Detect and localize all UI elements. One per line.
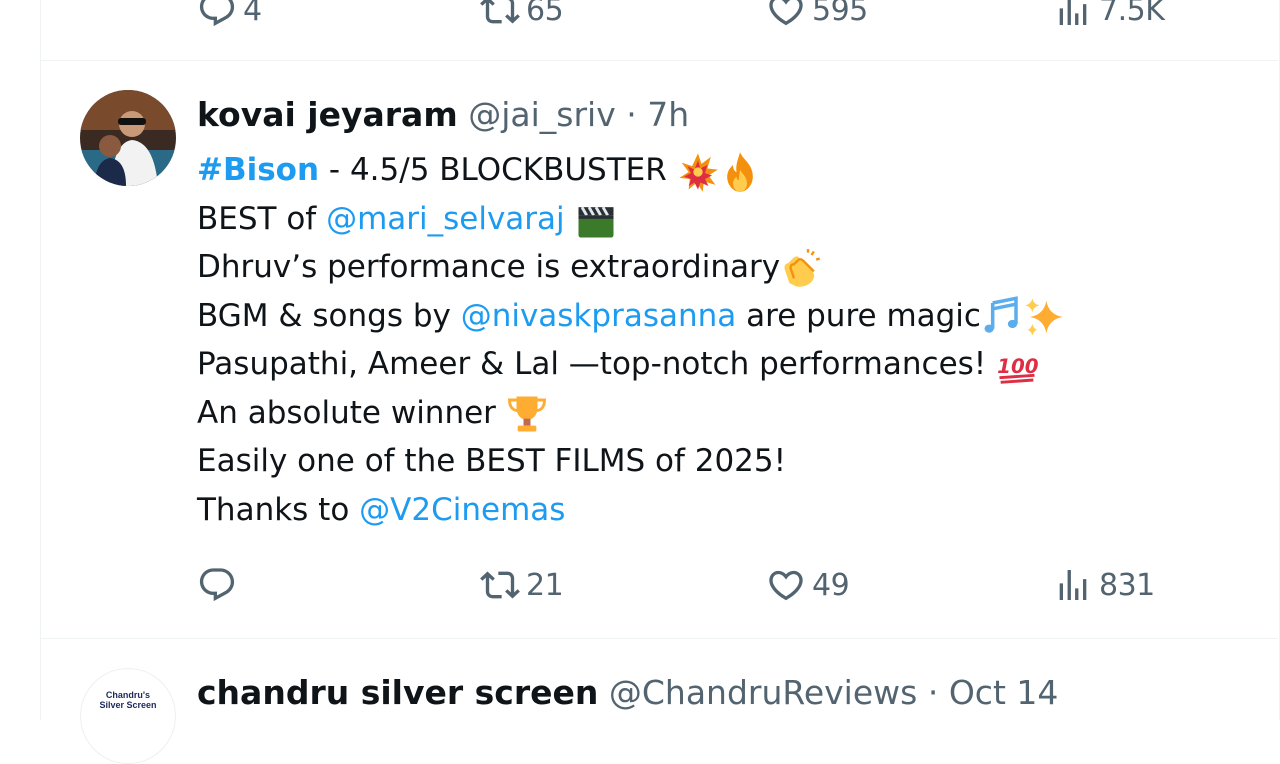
user-handle[interactable]: @jai_sriv [468, 95, 616, 134]
views-count: 7.5K [1099, 0, 1165, 28]
next-tweet-header: chandru silver screen @ChandruReviews · … [197, 673, 1058, 713]
tweet-line-7: Easily one of the BEST FILMS of 2025! [197, 443, 787, 479]
tweet-line-2: BEST of [197, 200, 327, 237]
retweet-button[interactable]: 21 [480, 565, 564, 605]
sparkles-emoji [1025, 298, 1063, 336]
next-tweet-avatar[interactable]: Chandru's Silver Screen [80, 668, 176, 764]
mention-link[interactable]: @mari_selvaraj [326, 201, 565, 237]
reply-icon [199, 0, 235, 27]
tweet-text: #Bison - 4.5/5 BLOCKBUSTER BEST of @mari… [197, 146, 1065, 534]
views-icon [1059, 570, 1087, 600]
trophy-emoji [507, 396, 546, 432]
tweet-line-1: - 4.5/5 BLOCKBUSTER [319, 152, 677, 188]
views-button[interactable]: 831 [1053, 565, 1155, 605]
like-count: 49 [812, 567, 850, 603]
reply-count: 4 [243, 0, 262, 28]
fire-emoji [726, 151, 753, 192]
like-icon [769, 0, 803, 26]
mention-link[interactable]: @V2Cinemas [359, 492, 565, 528]
divider [40, 60, 1278, 61]
divider [40, 638, 1278, 639]
avatar-logo-text: Silver Screen [99, 700, 157, 710]
like-count: 595 [812, 0, 868, 28]
separator: · [927, 673, 939, 712]
clap-emoji [784, 248, 821, 287]
reply-button[interactable]: 4 [197, 0, 262, 30]
tweet-line-3: Dhruv’s performance is extraordinary [197, 249, 781, 285]
avatar[interactable] [80, 90, 176, 186]
retweet-icon [480, 0, 520, 24]
hundred-emoji: 100 [997, 355, 1038, 384]
tweet-actions: 21 49 831 [0, 565, 1280, 605]
retweet-button[interactable]: 65 [480, 0, 564, 30]
reply-button[interactable] [197, 565, 243, 605]
previous-tweet-actions: 4 65 595 7.5K [0, 0, 1280, 30]
clapper-emoji [578, 206, 614, 238]
views-button[interactable]: 7.5K [1053, 0, 1165, 30]
retweet-count: 21 [526, 567, 564, 603]
tweet-line-6: An absolute winner [197, 394, 506, 431]
display-name[interactable]: chandru silver screen [197, 673, 598, 712]
views-icon [1059, 0, 1087, 25]
retweet-count: 65 [526, 0, 564, 28]
mention-link[interactable]: @nivaskprasanna [461, 298, 737, 334]
avatar-logo-text: Chandru's [105, 690, 151, 700]
display-name[interactable]: kovai jeyaram [197, 95, 458, 134]
hashtag-link[interactable]: #Bison [197, 152, 319, 188]
timestamp[interactable]: 7h [647, 95, 689, 134]
like-button[interactable]: 595 [766, 0, 868, 30]
user-handle[interactable]: @ChandruReviews [609, 673, 917, 712]
like-button[interactable]: 49 [766, 565, 850, 605]
collision-emoji [678, 152, 718, 192]
tweet-line-4: BGM & songs by [197, 297, 461, 334]
reply-icon [199, 568, 235, 602]
timestamp[interactable]: Oct 14 [949, 673, 1059, 712]
tweet-line-8: Thanks to [197, 491, 360, 528]
retweet-icon [480, 571, 520, 599]
tweet-header: kovai jeyaram @jai_sriv · 7h [197, 95, 689, 135]
tweet-line-4-suffix: are pure magic [736, 297, 981, 334]
views-count: 831 [1099, 567, 1155, 603]
like-icon [769, 570, 803, 601]
tweet-line-5: Pasupathi, Ameer & Lal —top-notch perfor… [197, 346, 997, 382]
separator: · [626, 95, 637, 134]
music-notes-emoji [984, 296, 1018, 333]
